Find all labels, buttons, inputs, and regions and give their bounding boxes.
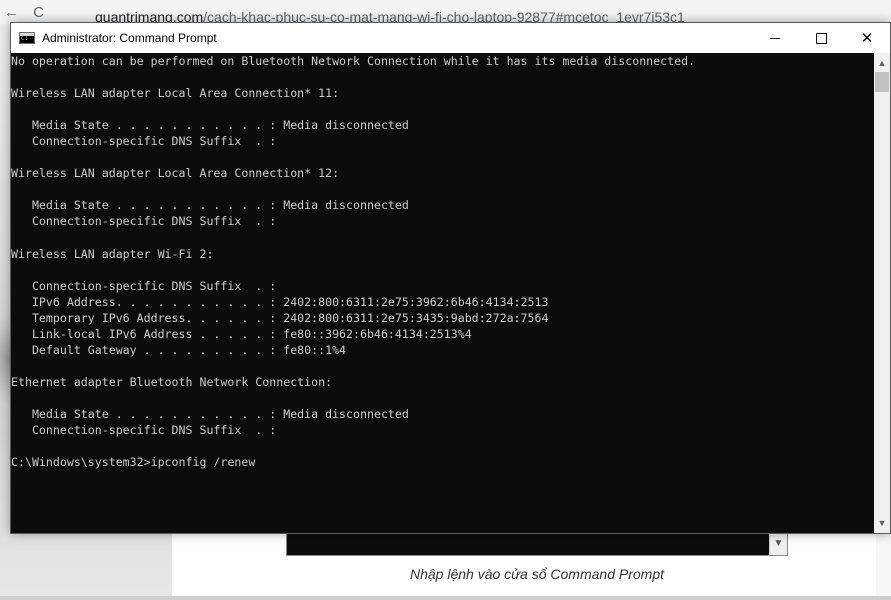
title-bar[interactable]: Administrator: Command Prompt ✕ (11, 23, 890, 53)
console-line: Wireless LAN adapter Local Area Connecti… (11, 166, 340, 181)
console-line: Connection-specific DNS Suffix . : (11, 278, 277, 293)
console-line: Wireless LAN adapter Local Area Connecti… (11, 86, 340, 101)
image-caption: Nhập lệnh vào cửa sổ Command Prompt (410, 566, 664, 582)
console-line: No operation can be performed on Bluetoo… (11, 54, 696, 68)
command-prompt-icon[interactable] (19, 32, 35, 44)
console-line: Media State . . . . . . . . . . . : Medi… (11, 198, 409, 213)
scroll-up-arrow-icon[interactable]: ▲ (874, 55, 890, 71)
minimize-icon (770, 37, 780, 39)
console-output: No operation can be performed on Bluetoo… (11, 53, 874, 470)
window-title: Administrator: Command Prompt (42, 31, 217, 45)
console-line: IPv6 Address. . . . . . . . . . . : 2402… (11, 294, 549, 309)
console-line: Default Gateway . . . . . . . . . : fe80… (11, 342, 347, 357)
close-icon: ✕ (860, 28, 874, 47)
scroll-thumb[interactable] (875, 72, 889, 92)
console-line: Link-local IPv6 Address . . . . . : fe80… (11, 326, 472, 341)
console-output-area[interactable]: No operation can be performed on Bluetoo… (11, 53, 874, 533)
console-line: Media State . . . . . . . . . . . : Medi… (11, 118, 409, 133)
reload-icon[interactable]: C (33, 4, 44, 21)
console-line: C:\Windows\system32>ipconfig /renew (11, 455, 256, 470)
console-line: Wireless LAN adapter Wi-Fi 2: (11, 246, 214, 261)
browser-nav: ← C (4, 4, 54, 21)
maximize-icon (815, 32, 827, 44)
article-screenshot: ▼ (286, 532, 788, 556)
console-line: Ethernet adapter Bluetooth Network Conne… (11, 374, 333, 389)
console-line: Media State . . . . . . . . . . . : Medi… (11, 407, 409, 422)
scroll-down-arrow-icon[interactable]: ▼ (874, 515, 890, 531)
console-line: Temporary IPv6 Address. . . . . . : 2402… (11, 310, 549, 325)
console-line: Connection-specific DNS Suffix . : (11, 423, 277, 438)
vertical-scrollbar[interactable]: ▲ ▼ (874, 53, 890, 533)
minimize-button[interactable] (752, 23, 798, 53)
command-prompt-window[interactable]: Administrator: Command Prompt ✕ No opera… (10, 22, 891, 534)
maximize-button[interactable] (798, 23, 844, 53)
page-divider (0, 596, 891, 600)
back-arrow-icon[interactable]: ← (4, 4, 19, 21)
console-line: Connection-specific DNS Suffix . : (11, 214, 277, 229)
console-line: Connection-specific DNS Suffix . : (11, 134, 277, 149)
chevron-down-icon: ▼ (769, 533, 787, 555)
close-button[interactable]: ✕ (844, 23, 890, 53)
